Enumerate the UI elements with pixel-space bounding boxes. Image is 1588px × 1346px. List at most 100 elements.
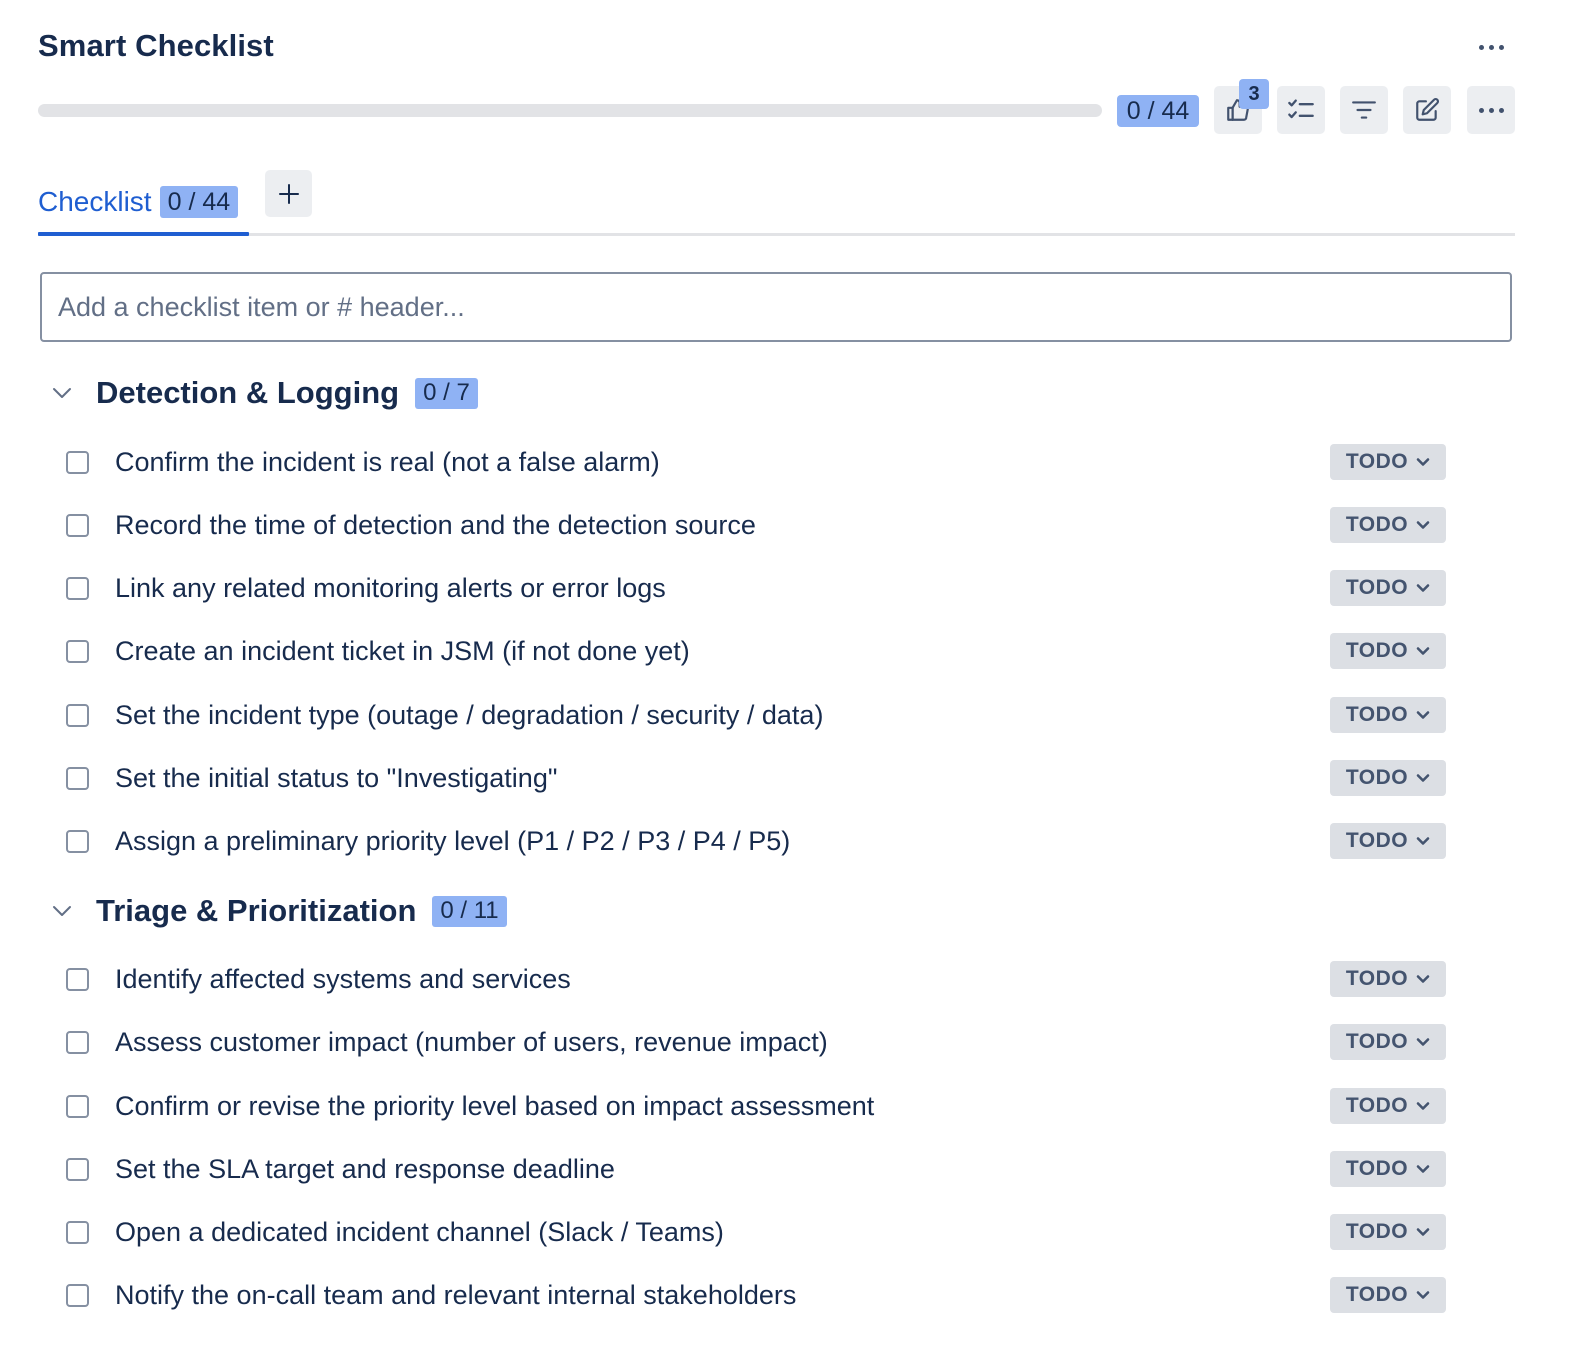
more-horizontal-icon xyxy=(1478,107,1504,113)
tabs-divider xyxy=(38,233,1515,236)
status-dropdown[interactable]: TODO xyxy=(1330,1151,1446,1187)
section-collapse-button[interactable] xyxy=(40,889,84,933)
item-checkbox[interactable] xyxy=(66,1030,89,1054)
status-label: TODO xyxy=(1345,1220,1409,1243)
status-dropdown[interactable]: TODO xyxy=(1330,570,1446,606)
list-item: Set the initial status to "Investigating… xyxy=(66,758,1446,798)
item-text: Create an incident ticket in JSM (if not… xyxy=(115,635,690,666)
chevron-down-icon xyxy=(1416,584,1430,592)
progress-count-badge: 0 / 44 xyxy=(1117,95,1199,127)
filter-icon xyxy=(1352,101,1376,119)
status-dropdown[interactable]: TODO xyxy=(1330,507,1446,543)
status-label: TODO xyxy=(1345,639,1409,662)
chevron-down-icon xyxy=(1416,837,1430,845)
tab-checklist[interactable]: Checklist 0 / 44 xyxy=(38,170,239,234)
status-dropdown[interactable]: TODO xyxy=(1330,444,1446,480)
checklist-view-button[interactable] xyxy=(1277,86,1325,134)
filter-button[interactable] xyxy=(1340,86,1388,134)
section-collapse-button[interactable] xyxy=(40,371,84,415)
section-header: Detection & Logging 0 / 7 xyxy=(40,371,478,415)
chevron-down-icon xyxy=(1416,1228,1430,1236)
list-item: Set the SLA target and response deadline… xyxy=(66,1149,1446,1189)
list-item: Confirm or revise the priority level bas… xyxy=(66,1086,1446,1126)
add-item-input[interactable] xyxy=(40,272,1512,342)
status-dropdown[interactable]: TODO xyxy=(1330,697,1446,733)
status-label: TODO xyxy=(1345,1030,1409,1053)
list-item: Link any related monitoring alerts or er… xyxy=(66,568,1446,608)
status-label: TODO xyxy=(1345,703,1409,726)
item-checkbox[interactable] xyxy=(66,1157,89,1181)
edit-button[interactable] xyxy=(1403,86,1451,134)
status-dropdown[interactable]: TODO xyxy=(1330,823,1446,859)
item-text: Identify affected systems and services xyxy=(115,963,571,994)
status-label: TODO xyxy=(1345,1094,1409,1117)
item-checkbox[interactable] xyxy=(66,450,89,474)
page-title: Smart Checklist xyxy=(38,28,274,63)
item-checkbox[interactable] xyxy=(66,766,89,790)
item-text: Assign a preliminary priority level (P1 … xyxy=(115,825,791,856)
section-title: Detection & Logging xyxy=(96,375,400,410)
item-text: Set the SLA target and response deadline xyxy=(115,1153,615,1184)
item-text: Assess customer impact (number of users,… xyxy=(115,1026,828,1057)
status-dropdown[interactable]: TODO xyxy=(1330,961,1446,997)
list-item: Create an incident ticket in JSM (if not… xyxy=(66,631,1446,671)
status-label: TODO xyxy=(1345,513,1409,536)
toolbar-more-button[interactable] xyxy=(1467,86,1515,134)
chevron-down-icon xyxy=(1416,647,1430,655)
active-tab-indicator xyxy=(38,232,249,236)
tab-label: Checklist xyxy=(38,186,152,217)
item-checkbox[interactable] xyxy=(66,1220,89,1244)
list-item: Set the incident type (outage / degradat… xyxy=(66,695,1446,735)
list-item: Open a dedicated incident channel (Slack… xyxy=(66,1212,1446,1252)
edit-icon xyxy=(1416,98,1439,121)
chevron-down-icon xyxy=(1416,1102,1430,1110)
status-label: TODO xyxy=(1345,450,1409,473)
status-label: TODO xyxy=(1345,1283,1409,1306)
chevron-down-icon xyxy=(1416,975,1430,983)
status-dropdown[interactable]: TODO xyxy=(1330,1214,1446,1250)
status-dropdown[interactable]: TODO xyxy=(1330,1088,1446,1124)
list-item: Assign a preliminary priority level (P1 … xyxy=(66,821,1446,861)
item-checkbox[interactable] xyxy=(66,1283,89,1307)
item-text: Open a dedicated incident channel (Slack… xyxy=(115,1216,724,1247)
section-title: Triage & Prioritization xyxy=(96,893,417,928)
status-label: TODO xyxy=(1345,576,1409,599)
panel-more-button[interactable] xyxy=(1470,30,1512,64)
plus-icon xyxy=(278,183,299,204)
add-tab-button[interactable] xyxy=(265,170,312,217)
list-item: Notify the on-call team and relevant int… xyxy=(66,1275,1446,1315)
chevron-down-icon xyxy=(1416,1165,1430,1173)
item-checkbox[interactable] xyxy=(66,829,89,853)
thumbs-up-button[interactable]: 3 xyxy=(1214,79,1269,134)
item-checkbox[interactable] xyxy=(66,967,89,991)
chevron-down-icon xyxy=(1416,521,1430,529)
status-dropdown[interactable]: TODO xyxy=(1330,1277,1446,1313)
item-checkbox[interactable] xyxy=(66,576,89,600)
status-label: TODO xyxy=(1345,967,1409,990)
section-header: Triage & Prioritization 0 / 11 xyxy=(40,889,507,933)
section-count-badge: 0 / 7 xyxy=(415,377,478,409)
more-horizontal-icon xyxy=(1478,44,1504,50)
item-checkbox[interactable] xyxy=(66,703,89,727)
item-checkbox[interactable] xyxy=(66,1094,89,1118)
list-item: Record the time of detection and the det… xyxy=(66,505,1446,545)
notification-count-badge: 3 xyxy=(1239,79,1269,109)
chevron-down-icon xyxy=(1416,458,1430,466)
item-text: Link any related monitoring alerts or er… xyxy=(115,572,666,603)
status-dropdown[interactable]: TODO xyxy=(1330,760,1446,796)
status-dropdown[interactable]: TODO xyxy=(1330,1024,1446,1060)
list-item: Identify affected systems and services T… xyxy=(66,959,1446,999)
item-checkbox[interactable] xyxy=(66,513,89,537)
status-dropdown[interactable]: TODO xyxy=(1330,633,1446,669)
status-label: TODO xyxy=(1345,829,1409,852)
smart-checklist-panel: Smart Checklist 0 / 44 3 Checklist 0 / 4… xyxy=(0,0,1588,1346)
list-item: Assess customer impact (number of users,… xyxy=(66,1022,1446,1062)
chevron-down-icon xyxy=(53,906,71,916)
chevron-down-icon xyxy=(1416,1291,1430,1299)
item-text: Set the initial status to "Investigating… xyxy=(115,762,558,793)
section-count-badge: 0 / 11 xyxy=(432,895,507,927)
chevron-down-icon xyxy=(1416,774,1430,782)
item-checkbox[interactable] xyxy=(66,639,89,663)
item-text: Confirm or revise the priority level bas… xyxy=(115,1090,875,1121)
chevron-down-icon xyxy=(1416,1038,1430,1046)
